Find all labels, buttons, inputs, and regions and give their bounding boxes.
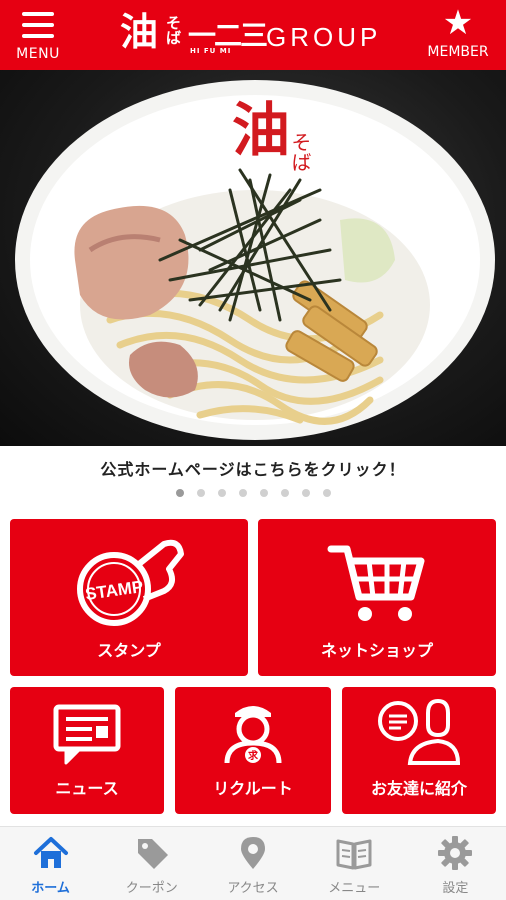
invite-friend-icon [378, 699, 460, 765]
logo-romaji: HI FU MI [190, 47, 232, 55]
net-shop-label: ネットショップ [320, 641, 433, 660]
logo-kanji: 油 [120, 9, 159, 54]
svg-text:求: 求 [248, 749, 259, 762]
invite-friend-tile-button[interactable]: お友達に紹介 [342, 687, 496, 814]
carousel-dot[interactable] [301, 489, 310, 497]
stamp-label: スタンプ [97, 641, 161, 660]
carousel-dot[interactable] [238, 489, 247, 497]
menu-button[interactable]: MENU [8, 6, 68, 66]
bottom-tab-bar: ホーム クーポン アクセス メニュー 設定 [0, 826, 506, 900]
tab-coupon-label: クーポン [125, 881, 178, 896]
hero-banner-image[interactable]: 油 そば [0, 70, 506, 446]
net-shop-tile-button[interactable]: ネットショップ [258, 519, 496, 676]
recruit-worker-icon: 求 [224, 706, 282, 764]
news-label: ニュース [55, 779, 119, 798]
svg-text:STAMP: STAMP [84, 577, 144, 604]
tab-coupon[interactable]: クーポン [101, 827, 202, 900]
tab-menu[interactable]: メニュー [304, 827, 405, 900]
carousel-dot[interactable] [175, 489, 184, 497]
stamp-icon: STAMP [77, 539, 184, 626]
carousel-dots [0, 489, 506, 497]
carousel-dot[interactable] [280, 489, 289, 497]
news-message-icon [53, 704, 121, 765]
shopping-cart-icon [327, 545, 425, 621]
carousel-dot[interactable] [217, 489, 226, 497]
brand-logo: 油 そば 一二三 HI FU MI GROUP [120, 10, 390, 60]
tab-access-label: アクセス [227, 881, 279, 896]
app-header: MENU 油 そば 一二三 HI FU MI GROUP ★ MEMBER [0, 0, 506, 70]
stamp-tile-button[interactable]: STAMP スタンプ [10, 519, 248, 676]
banner-caption-link[interactable]: 公式ホームページはこちらをクリック！ [0, 456, 506, 480]
member-label: MEMBER [427, 44, 489, 60]
news-tile-button[interactable]: ニュース [10, 687, 164, 814]
tab-home-label: ホーム [31, 881, 70, 896]
menu-label: MENU [16, 46, 60, 62]
tab-settings-label: 設定 [442, 881, 469, 896]
book-icon [336, 839, 372, 870]
ramen-bowl-illustration: 油 そば [15, 80, 495, 440]
home-icon [33, 837, 68, 868]
tab-access[interactable]: アクセス [202, 827, 303, 900]
svg-text:そば: そば [288, 132, 312, 172]
gear-icon [438, 836, 473, 870]
tag-icon [137, 839, 168, 869]
carousel-dot[interactable] [259, 489, 268, 497]
star-icon: ★ [442, 3, 474, 43]
tab-menu-label: メニュー [328, 881, 381, 896]
carousel-dot[interactable] [196, 489, 205, 497]
invite-friend-label: お友達に紹介 [370, 779, 467, 798]
logo-group: GROUP [266, 22, 382, 52]
logo-sub: そば [166, 14, 182, 47]
hamburger-icon [22, 12, 54, 38]
carousel-dot[interactable] [322, 489, 331, 497]
tab-home[interactable]: ホーム [0, 827, 101, 900]
map-pin-icon [241, 837, 265, 869]
tab-settings[interactable]: 設定 [405, 827, 506, 900]
recruit-tile-button[interactable]: 求 リクルート [175, 687, 331, 814]
member-button[interactable]: ★ MEMBER [420, 6, 496, 66]
svg-text:油: 油 [232, 96, 290, 164]
recruit-label: リクルート [213, 779, 293, 798]
